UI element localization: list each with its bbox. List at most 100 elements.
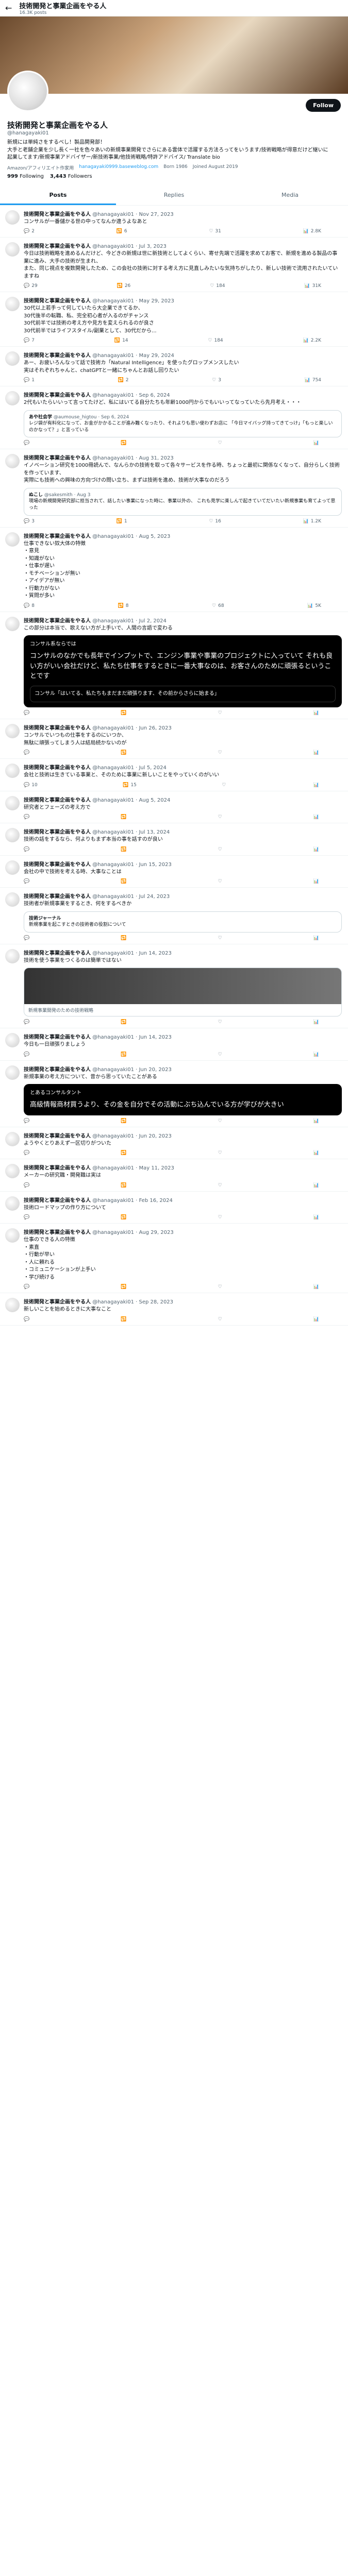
views-button[interactable]: 📊 2.2K — [303, 338, 321, 343]
post[interactable]: 技術開発と事業企画をやる人 @hanagayaki01 · Jul 5, 202… — [0, 759, 348, 791]
reply-button[interactable]: 💬 — [24, 847, 31, 852]
reply-button[interactable]: 💬 7 — [24, 338, 35, 343]
like-button[interactable]: ♡ — [218, 710, 224, 716]
views-button[interactable]: 📊 — [313, 1183, 321, 1188]
views-button[interactable]: 📊 31K — [304, 283, 321, 289]
post-avatar[interactable] — [5, 1065, 20, 1080]
post[interactable]: 技術開発と事業企画をやる人 @hanagayaki01 · May 29, 20… — [0, 347, 348, 386]
reply-button[interactable]: 💬 — [24, 1317, 31, 1322]
tab-posts[interactable]: Posts — [0, 187, 116, 205]
views-button[interactable]: 📊 — [313, 1215, 321, 1220]
reply-button[interactable]: 💬 — [24, 1052, 31, 1057]
post-avatar[interactable] — [5, 860, 20, 875]
reply-button[interactable]: 💬 — [24, 815, 31, 820]
post[interactable]: 技術開発と事業企画をやる人 @hanagayaki01 · Jun 20, 20… — [0, 1061, 348, 1127]
post-avatar[interactable] — [5, 454, 20, 469]
views-button[interactable]: 📊 — [313, 750, 321, 755]
post-avatar[interactable] — [5, 1196, 20, 1211]
like-button[interactable]: ♡ — [222, 783, 228, 788]
post-avatar[interactable] — [5, 351, 20, 366]
post-avatar[interactable] — [5, 1033, 20, 1048]
repost-button[interactable]: 🔁 — [121, 1118, 128, 1124]
repost-button[interactable]: 🔁 — [121, 847, 128, 852]
post-author[interactable]: 技術開発と事業企画をやる人 — [24, 1230, 91, 1235]
following-stat[interactable]: 999 Following — [7, 174, 44, 179]
repost-button[interactable]: 🔁 — [121, 936, 128, 941]
reply-button[interactable]: 💬 2 — [24, 229, 35, 234]
reply-button[interactable]: 💬 — [24, 710, 31, 716]
repost-button[interactable]: 🔁 — [121, 815, 128, 820]
reply-button[interactable]: 💬 — [24, 1118, 31, 1124]
repost-button[interactable]: 🔁 — [121, 750, 128, 755]
post-avatar[interactable] — [5, 1298, 20, 1313]
repost-button[interactable]: 🔁 — [121, 1183, 128, 1188]
views-button[interactable]: 📊 5K — [307, 603, 321, 608]
repost-button[interactable]: 🔁 15 — [123, 783, 137, 788]
reply-button[interactable]: 💬 — [24, 1284, 31, 1290]
post-author[interactable]: 技術開発と事業企画をやる人 — [24, 393, 91, 398]
post-author[interactable]: 技術開発と事業企画をやる人 — [24, 1198, 91, 1204]
repost-button[interactable]: 🔁 — [121, 1284, 128, 1290]
post-avatar[interactable] — [5, 892, 20, 907]
repost-button[interactable]: 🔁 6 — [117, 229, 127, 234]
post-author[interactable]: 技術開発と事業企画をやる人 — [24, 894, 91, 900]
like-button[interactable]: ♡ 3 — [212, 378, 221, 383]
post-author[interactable]: 技術開発と事業企画をやる人 — [24, 725, 91, 731]
post[interactable]: 技術開発と事業企画をやる人 @hanagayaki01 · May 29, 20… — [0, 292, 348, 347]
views-button[interactable]: 📊 — [313, 879, 321, 884]
like-button[interactable]: ♡ 31 — [209, 229, 221, 234]
embedded-dark-post[interactable]: とあるコンサルタント 高級情報商材買うより、その金を自分でその活動にぶち込んでいる… — [24, 1084, 342, 1115]
post[interactable]: 技術開発と事業企画をやる人 @hanagayaki01 · Jun 14, 20… — [0, 944, 348, 1029]
post[interactable]: 技術開発と事業企画をやる人 @hanagayaki01 · Jun 15, 20… — [0, 856, 348, 888]
reply-button[interactable]: 💬 3 — [24, 519, 35, 524]
post-author[interactable]: 技術開発と事業企画をやる人 — [24, 862, 91, 868]
like-button[interactable]: ♡ 184 — [210, 283, 225, 289]
post-avatar[interactable] — [5, 795, 20, 810]
reply-button[interactable]: 💬 — [24, 1020, 31, 1025]
quoted-post[interactable]: あや社会学 @aumouse_higtou · Sep 6, 2024 レジ袋が有… — [24, 410, 342, 438]
post[interactable]: 技術開発と事業企画をやる人 @hanagayaki01 · Jul 3, 202… — [0, 238, 348, 292]
followers-stat[interactable]: 3,443 Followers — [50, 174, 92, 179]
avatar[interactable] — [7, 71, 48, 112]
post-author[interactable]: 技術開発と事業企画をやる人 — [24, 618, 91, 624]
post-author[interactable]: 技術開発と事業企画をやる人 — [24, 455, 91, 461]
views-button[interactable]: 📊 — [313, 1052, 321, 1057]
like-button[interactable]: ♡ — [218, 847, 224, 852]
reply-button[interactable]: 💬 — [24, 750, 31, 755]
post-avatar[interactable] — [5, 391, 20, 405]
link-card[interactable]: 新規事業開発のための技術戦略 — [24, 968, 342, 1017]
views-button[interactable]: 📊 754 — [305, 378, 321, 383]
post[interactable]: 技術開発と事業企画をやる人 @hanagayaki01 · Jul 13, 20… — [0, 823, 348, 856]
post-author[interactable]: 技術開発と事業企画をやる人 — [24, 1165, 91, 1171]
views-button[interactable]: 📊 — [313, 815, 321, 820]
reply-button[interactable]: 💬 — [24, 440, 31, 446]
post-author[interactable]: 技術開発と事業企画をやる人 — [24, 1133, 91, 1139]
post-avatar[interactable] — [5, 616, 20, 631]
repost-button[interactable]: 🔁 — [121, 440, 128, 446]
reply-button[interactable]: 💬 — [24, 936, 31, 941]
embedded-dark-post[interactable]: コンサル系ならでは コンサルのなかでも長年でインプットで、エンジン事業や事業のプロ… — [24, 635, 342, 708]
reply-button[interactable]: 💬 — [24, 1183, 31, 1188]
like-button[interactable]: ♡ — [218, 1020, 224, 1025]
quoted-post[interactable]: 技術ジャーナル 新規事業を起こすときの技術者の役割について — [24, 911, 342, 933]
post[interactable]: 技術開発と事業企画をやる人 @hanagayaki01 · Nov 27, 20… — [0, 206, 348, 238]
reply-button[interactable]: 💬 — [24, 1215, 31, 1220]
post-avatar[interactable] — [5, 828, 20, 843]
like-button[interactable]: ♡ 68 — [212, 603, 224, 608]
post-avatar[interactable] — [5, 532, 20, 547]
profile-link[interactable]: hanagayaki0999.baseweblog.com — [79, 164, 158, 171]
like-button[interactable]: ♡ 16 — [209, 519, 221, 524]
reply-button[interactable]: 💬 — [24, 1150, 31, 1156]
like-button[interactable]: ♡ — [218, 1150, 224, 1156]
post-author[interactable]: 技術開発と事業企画をやる人 — [24, 244, 91, 249]
like-button[interactable]: ♡ — [218, 1215, 224, 1220]
like-button[interactable]: ♡ — [218, 1317, 224, 1322]
like-button[interactable]: ♡ — [218, 1183, 224, 1188]
reply-button[interactable]: 💬 1 — [24, 378, 35, 383]
post-avatar[interactable] — [5, 297, 20, 311]
views-button[interactable]: 📊 — [313, 1020, 321, 1025]
like-button[interactable]: ♡ — [218, 936, 224, 941]
back-arrow-icon[interactable]: ← — [5, 3, 12, 13]
post[interactable]: 技術開発と事業企画をやる人 @hanagayaki01 · May 11, 20… — [0, 1159, 348, 1192]
reply-button[interactable]: 💬 29 — [24, 283, 38, 289]
